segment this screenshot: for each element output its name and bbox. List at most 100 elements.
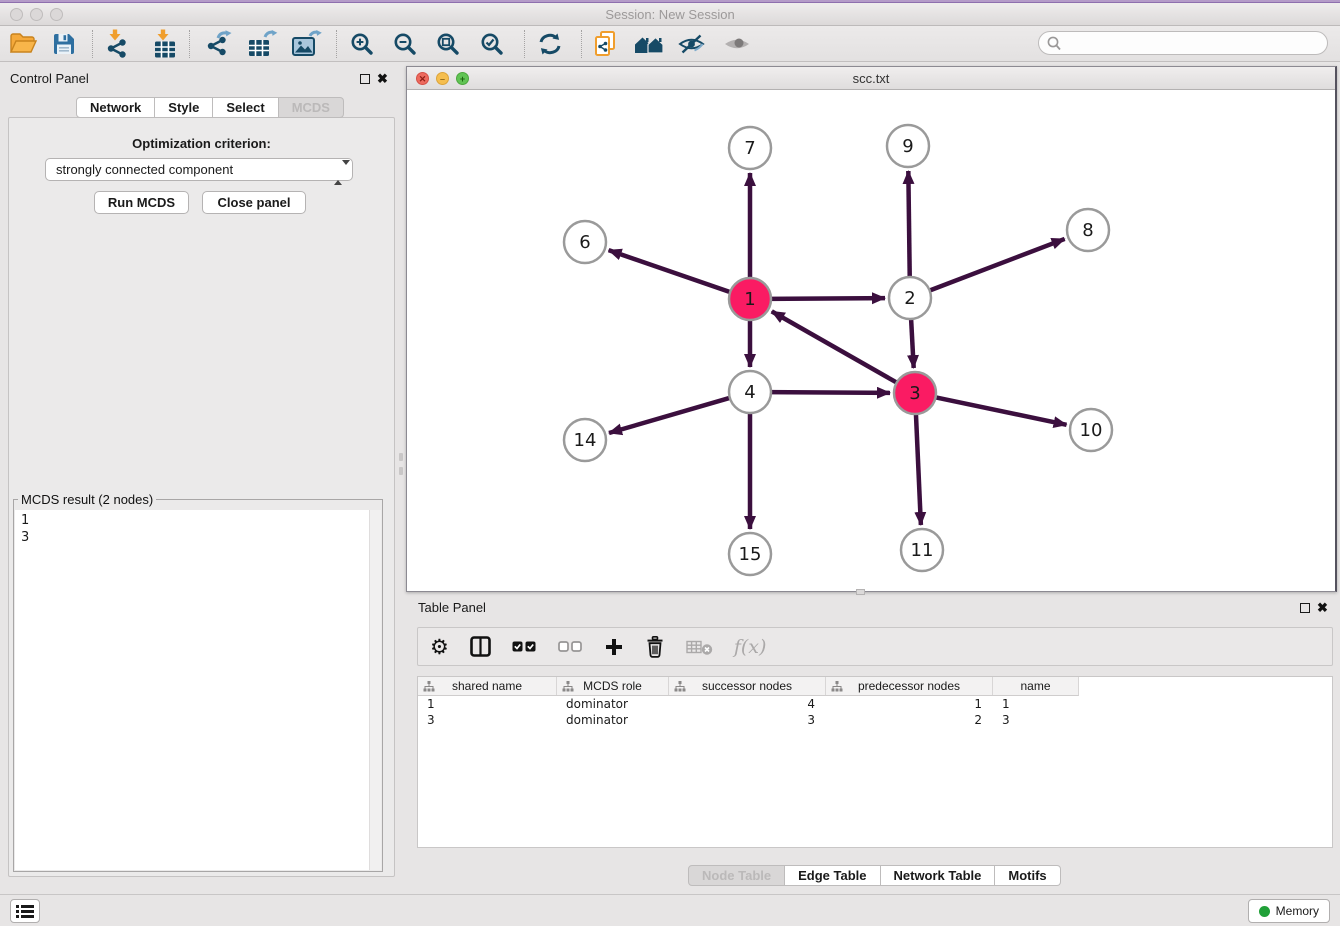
control-panel-close-icon[interactable]: ✖ bbox=[377, 73, 388, 85]
delete-column-trash-icon[interactable] bbox=[645, 636, 665, 658]
graph-edge[interactable] bbox=[769, 392, 890, 393]
add-column-icon[interactable] bbox=[604, 637, 624, 657]
result-scrollbar[interactable] bbox=[369, 510, 381, 870]
export-network-icon[interactable] bbox=[204, 30, 232, 58]
mcds-result-title: MCDS result (2 nodes) bbox=[18, 492, 156, 507]
hide-eye-icon[interactable] bbox=[678, 33, 705, 55]
documents-share-icon[interactable] bbox=[594, 30, 618, 57]
window-title: Session: New Session bbox=[0, 7, 1340, 22]
refresh-layout-icon[interactable] bbox=[537, 32, 563, 56]
select-all-checks-icon[interactable] bbox=[512, 641, 537, 652]
close-panel-button[interactable]: Close panel bbox=[202, 191, 306, 214]
network-window-title: scc.txt bbox=[407, 71, 1335, 86]
export-table-icon[interactable] bbox=[247, 30, 278, 58]
zoom-in-icon[interactable] bbox=[350, 32, 374, 56]
control-panel-float-icon[interactable] bbox=[360, 74, 370, 84]
memory-button[interactable]: Memory bbox=[1248, 899, 1330, 923]
tab-node-table[interactable]: Node Table bbox=[688, 865, 785, 886]
network-canvas[interactable]: 7968124314101511 bbox=[407, 91, 1335, 591]
tab-network-table[interactable]: Network Table bbox=[881, 865, 996, 886]
column-header-name[interactable]: name bbox=[993, 677, 1078, 695]
mcds-result-line: 3 bbox=[15, 529, 381, 546]
run-mcds-button[interactable]: Run MCDS bbox=[94, 191, 189, 214]
delete-table-icon bbox=[686, 638, 713, 656]
control-panel-title: Control Panel bbox=[10, 71, 89, 86]
graph-edge[interactable] bbox=[908, 171, 909, 279]
graph-edge[interactable] bbox=[928, 239, 1065, 291]
toolbar-separator bbox=[92, 30, 93, 58]
graph-node-label: 7 bbox=[744, 138, 755, 159]
graph-node-label: 2 bbox=[904, 288, 915, 309]
graph-edge[interactable] bbox=[769, 298, 885, 299]
search-input[interactable] bbox=[1067, 34, 1319, 52]
criterion-dropdown-value: strongly connected component bbox=[56, 162, 233, 177]
table-header-row: shared name MCDS role successor nodes pr… bbox=[418, 677, 1079, 696]
column-header-successor-nodes[interactable]: successor nodes bbox=[669, 677, 826, 695]
status-bar: Memory bbox=[0, 894, 1340, 926]
column-sort-icon bbox=[562, 681, 574, 692]
tab-edge-table[interactable]: Edge Table bbox=[785, 865, 880, 886]
column-header-mcds-role[interactable]: MCDS role bbox=[557, 677, 669, 695]
table-cell: 3 bbox=[993, 712, 1078, 728]
mcds-result-area[interactable]: 1 3 bbox=[15, 510, 381, 870]
zoom-fit-icon[interactable] bbox=[436, 32, 460, 56]
main-titlebar: Session: New Session bbox=[0, 3, 1340, 26]
graph-edge[interactable] bbox=[772, 311, 899, 383]
save-session-icon[interactable] bbox=[52, 32, 76, 56]
table-toolbar: ⚙ f(x) bbox=[417, 627, 1333, 666]
table-panel-tabs: Node Table Edge Table Network Table Moti… bbox=[688, 865, 1061, 886]
import-table-icon[interactable] bbox=[152, 29, 178, 58]
table-row[interactable]: 3dominator323 bbox=[418, 712, 1332, 728]
table-panel-close-icon[interactable]: ✖ bbox=[1317, 602, 1328, 614]
tab-select[interactable]: Select bbox=[213, 97, 278, 118]
clear-all-checks-icon[interactable] bbox=[558, 641, 583, 652]
tab-motifs[interactable]: Motifs bbox=[995, 865, 1060, 886]
mcds-result-line: 1 bbox=[15, 512, 381, 529]
graph-node-label: 8 bbox=[1082, 220, 1093, 241]
table-cell: dominator bbox=[557, 696, 669, 712]
column-header-shared-name[interactable]: shared name bbox=[418, 677, 557, 695]
open-session-icon[interactable] bbox=[9, 32, 37, 56]
splitter-handle[interactable] bbox=[399, 453, 404, 479]
memory-button-label: Memory bbox=[1276, 904, 1319, 918]
zoom-selected-icon[interactable] bbox=[480, 32, 504, 56]
tab-mcds[interactable]: MCDS bbox=[279, 97, 344, 118]
tab-network[interactable]: Network bbox=[76, 97, 155, 118]
graph-node-label: 14 bbox=[574, 430, 597, 451]
graph-edge[interactable] bbox=[609, 250, 732, 293]
double-home-icon[interactable] bbox=[633, 33, 665, 55]
node-table: shared name MCDS role successor nodes pr… bbox=[417, 676, 1333, 848]
zoom-out-icon[interactable] bbox=[393, 32, 417, 56]
table-panel-float-icon[interactable] bbox=[1300, 603, 1310, 613]
network-view-window: ✕ – + scc.txt 7968124314101511 bbox=[406, 66, 1337, 592]
graph-edge[interactable] bbox=[911, 317, 914, 368]
show-columns-icon[interactable] bbox=[470, 636, 491, 657]
table-cell: dominator bbox=[557, 712, 669, 728]
search-icon bbox=[1047, 36, 1061, 51]
table-cell: 2 bbox=[826, 712, 993, 728]
control-panel-tabs: Network Style Select MCDS bbox=[76, 97, 344, 118]
toolbar-separator bbox=[524, 30, 525, 58]
column-sort-icon bbox=[423, 681, 435, 692]
table-row[interactable]: 1dominator411 bbox=[418, 696, 1332, 712]
table-panel-title: Table Panel bbox=[418, 600, 486, 615]
tab-style[interactable]: Style bbox=[155, 97, 213, 118]
show-eye-icon[interactable] bbox=[723, 35, 751, 53]
graph-node-label: 6 bbox=[579, 232, 590, 253]
export-image-icon[interactable] bbox=[291, 30, 322, 58]
column-header-predecessor-nodes[interactable]: predecessor nodes bbox=[826, 677, 993, 695]
graph-edge[interactable] bbox=[934, 397, 1067, 425]
list-icon bbox=[16, 904, 34, 919]
task-history-button[interactable] bbox=[10, 899, 40, 923]
pane-resize-handle[interactable] bbox=[856, 589, 865, 595]
criterion-dropdown[interactable]: strongly connected component bbox=[45, 158, 353, 181]
graph-edge[interactable] bbox=[916, 412, 921, 525]
import-network-icon[interactable] bbox=[104, 29, 130, 58]
memory-status-dot-icon bbox=[1259, 906, 1270, 917]
graph-edge[interactable] bbox=[609, 397, 732, 433]
graph-node-label: 11 bbox=[911, 540, 934, 561]
search-box bbox=[1038, 31, 1328, 55]
table-cell: 3 bbox=[669, 712, 826, 728]
network-window-titlebar[interactable]: ✕ – + scc.txt bbox=[407, 67, 1335, 90]
table-body: 1dominator4113dominator323 bbox=[418, 696, 1332, 728]
